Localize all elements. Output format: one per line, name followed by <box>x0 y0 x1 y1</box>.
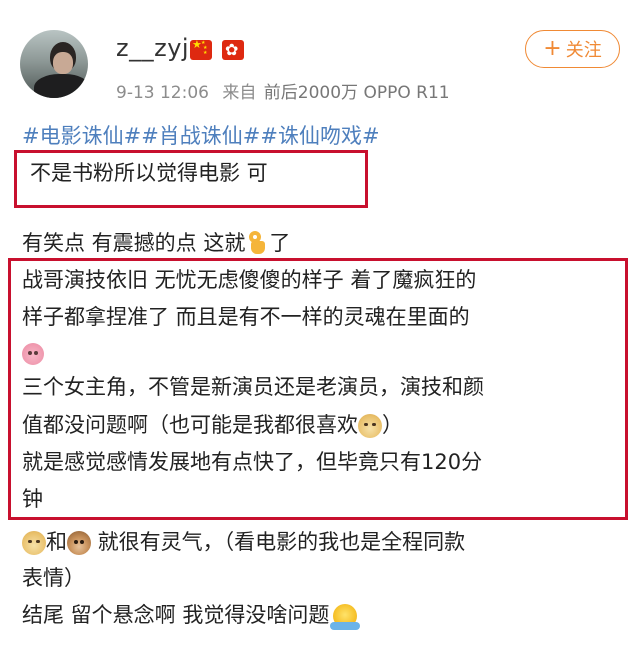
avatar[interactable] <box>20 30 88 98</box>
text-segment: 值都没问题啊（也可能是我都很喜欢 <box>22 413 358 437</box>
post-text-line: 战哥演技依旧 无忧无虑傻傻的样子 着了魔疯狂的 <box>22 268 477 292</box>
text-segment: 了 <box>269 231 291 255</box>
username[interactable]: z__zyj <box>116 34 189 62</box>
china-flag-icon: ★ ★ ★ ★ <box>190 39 212 60</box>
text-segment: 有笑点 有震撼的点 这就 <box>22 231 246 255</box>
weibo-post: z__zyj ★ ★ ★ ★ ✿ 9-13 12:06 来自 前后2000万 O… <box>0 0 640 648</box>
hashtag-link[interactable]: #电影诛仙# <box>22 124 141 148</box>
hong-kong-flag-icon: ✿ <box>222 40 244 60</box>
post-meta: 9-13 12:06 来自 前后2000万 OPPO R11 <box>116 78 450 103</box>
hashtag-link[interactable]: #诛仙吻戏# <box>260 124 379 148</box>
post-text-line: 值都没问题啊（也可能是我都很喜欢 ） <box>22 410 403 440</box>
post-text-line: 就是感觉感情发展地有点快了，但毕竟只有120分 <box>22 450 483 474</box>
avatar-face <box>53 52 73 74</box>
post-text-line: 样子都拿捏准了 而且是有不一样的灵魂在里面的 <box>22 305 470 329</box>
text-segment: ） <box>382 413 403 437</box>
source-device[interactable]: 前后2000万 OPPO R11 <box>264 83 450 103</box>
post-text-line: 不是书粉所以觉得电影 可 <box>30 161 268 185</box>
hashtag-link[interactable]: #肖战诛仙# <box>141 124 260 148</box>
doge-icon <box>358 414 382 438</box>
text-segment: 就很有灵气，（看电影的我也是全程同款 <box>91 530 466 554</box>
post-text-line: 钟 <box>22 487 43 511</box>
post-text-line: 结尾 留个悬念啊 我觉得没啥问题 <box>22 600 361 630</box>
source-label: 来自 <box>222 83 257 103</box>
post-text-line: 表情） <box>22 566 85 590</box>
follow-button[interactable]: + 关注 <box>525 30 620 68</box>
post-date: 9-13 12:06 <box>116 83 209 103</box>
doge-icon <box>22 531 46 555</box>
monkey-icon <box>67 531 91 555</box>
post-text-line: 和 就很有灵气，（看电影的我也是全程同款 <box>22 527 465 557</box>
ok-hand-icon <box>247 229 267 255</box>
avatar-body <box>34 74 88 98</box>
hashtag-line: #电影诛仙##肖战诛仙##诛仙吻戏# <box>22 121 380 151</box>
follow-label: 关注 <box>565 40 602 61</box>
plus-icon: + <box>543 36 562 61</box>
post-text-line: 有笑点 有震撼的点 这就了 <box>22 228 290 258</box>
pink-bird-icon <box>22 343 44 365</box>
post-text-line <box>22 338 44 368</box>
shrug-icon <box>330 604 361 630</box>
post-text-line: 三个女主角，不管是新演员还是老演员，演技和颜 <box>22 375 484 399</box>
text-segment: 和 <box>46 530 67 554</box>
text-segment: 结尾 留个悬念啊 我觉得没啥问题 <box>22 603 330 627</box>
